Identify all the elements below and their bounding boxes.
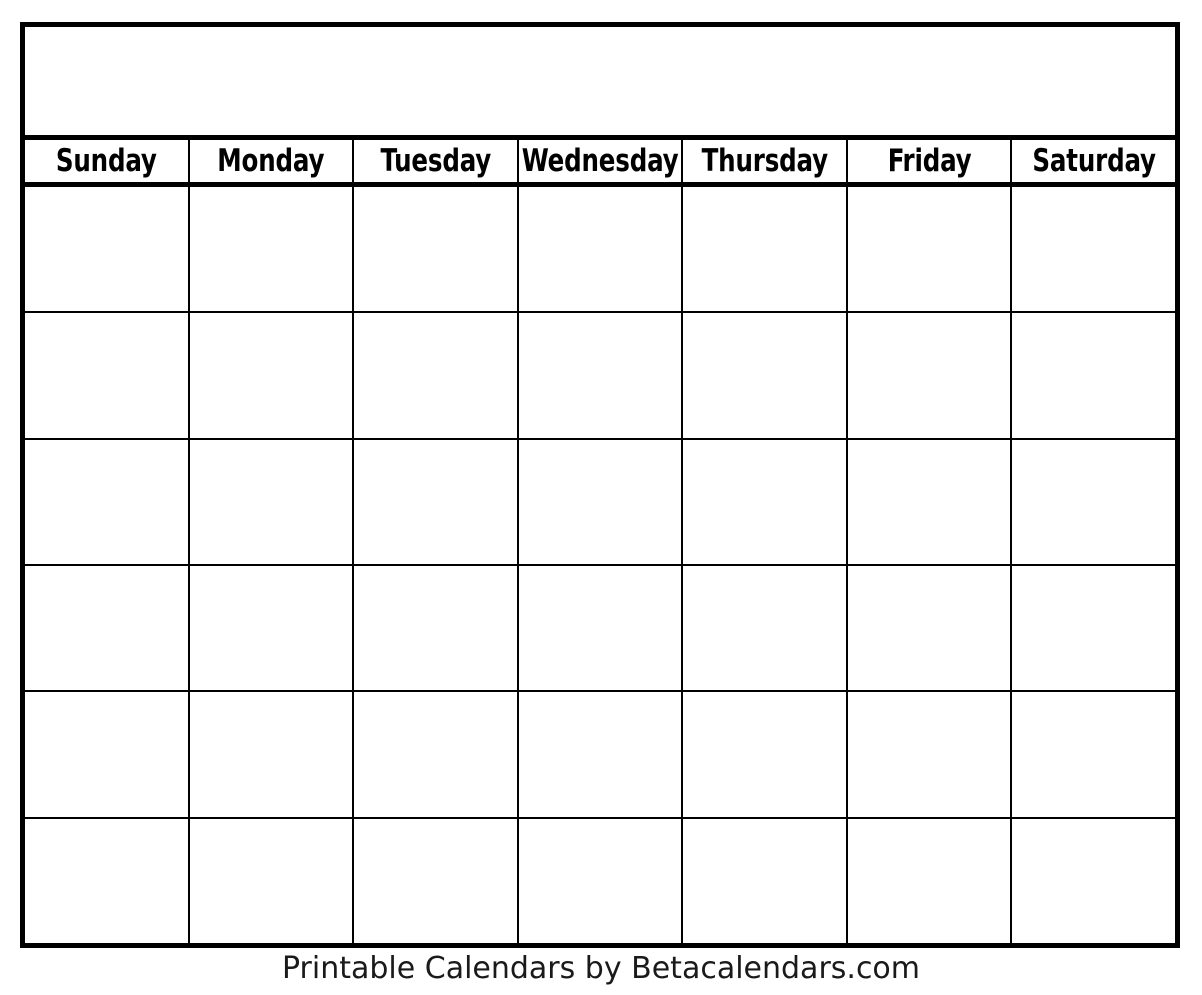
day-cell[interactable] [25, 818, 190, 943]
weekday-header-saturday: Saturday [1012, 140, 1176, 182]
footer: Printable Calendars by Betacalendars.com [0, 952, 1202, 985]
week-row [25, 313, 1176, 440]
weekday-header-thursday: Thursday [683, 140, 848, 182]
weekday-label: Monday [217, 142, 325, 179]
day-cell[interactable] [25, 565, 190, 691]
day-cell[interactable] [847, 692, 1013, 817]
week-row [25, 187, 1176, 314]
day-cell[interactable] [1012, 692, 1176, 817]
day-cell[interactable] [1012, 565, 1176, 691]
day-cell[interactable] [683, 692, 848, 817]
day-cell[interactable] [683, 818, 848, 943]
day-cell[interactable] [354, 187, 519, 312]
day-cell[interactable] [847, 565, 1013, 691]
weekday-header-friday: Friday [847, 140, 1013, 182]
weekday-label: Tuesday [380, 142, 491, 179]
day-cell[interactable] [189, 439, 355, 564]
day-cell[interactable] [847, 187, 1013, 312]
day-cell[interactable] [683, 187, 848, 312]
day-cell[interactable] [189, 313, 355, 438]
weekday-header-sunday: Sunday [25, 140, 190, 182]
day-cell[interactable] [1012, 313, 1176, 438]
day-cell[interactable] [25, 187, 190, 312]
weekday-header-monday: Monday [189, 140, 355, 182]
day-cell[interactable] [354, 692, 519, 817]
weekday-label: Thursday [701, 142, 828, 179]
month-year-title-banner[interactable] [25, 27, 1175, 140]
day-cell[interactable] [25, 313, 190, 438]
week-row [25, 565, 1176, 693]
day-cell[interactable] [189, 692, 355, 817]
calendar-page: Sunday Monday Tuesday Wednesday Thursday… [0, 0, 1202, 995]
day-cell[interactable] [847, 818, 1013, 943]
calendar-frame: Sunday Monday Tuesday Wednesday Thursday… [20, 22, 1180, 948]
weekday-label: Wednesday [521, 142, 679, 179]
weekday-label: Saturday [1032, 142, 1156, 179]
day-cell[interactable] [683, 565, 848, 691]
weekday-label: Friday [887, 142, 972, 179]
day-cell[interactable] [683, 439, 848, 564]
day-cell[interactable] [1012, 818, 1176, 943]
weekday-header-wednesday: Wednesday [518, 140, 684, 182]
day-cell[interactable] [354, 818, 519, 943]
week-row [25, 692, 1176, 819]
day-cell[interactable] [518, 692, 684, 817]
day-cell[interactable] [25, 439, 190, 564]
week-row [25, 439, 1176, 566]
day-cell[interactable] [683, 313, 848, 438]
weekday-label: Sunday [55, 142, 157, 179]
day-cell[interactable] [847, 313, 1013, 438]
day-cell[interactable] [25, 692, 190, 817]
day-cell[interactable] [518, 818, 684, 943]
day-cell[interactable] [518, 313, 684, 438]
day-cell[interactable] [518, 565, 684, 691]
day-cell[interactable] [189, 818, 355, 943]
day-cell[interactable] [354, 313, 519, 438]
day-cell[interactable] [354, 565, 519, 691]
day-cell[interactable] [518, 439, 684, 564]
day-cell[interactable] [189, 187, 355, 312]
day-cell[interactable] [1012, 439, 1176, 564]
footer-credit-text: Printable Calendars by Betacalendars.com [281, 951, 921, 986]
day-cell[interactable] [847, 439, 1013, 564]
calendar-grid-body [25, 187, 1176, 943]
day-cell[interactable] [354, 439, 519, 564]
weekday-header-tuesday: Tuesday [354, 140, 519, 182]
week-row [25, 818, 1176, 943]
day-cell[interactable] [189, 565, 355, 691]
day-cell[interactable] [518, 187, 684, 312]
weekday-header-row: Sunday Monday Tuesday Wednesday Thursday… [25, 140, 1176, 187]
day-cell[interactable] [1012, 187, 1176, 312]
